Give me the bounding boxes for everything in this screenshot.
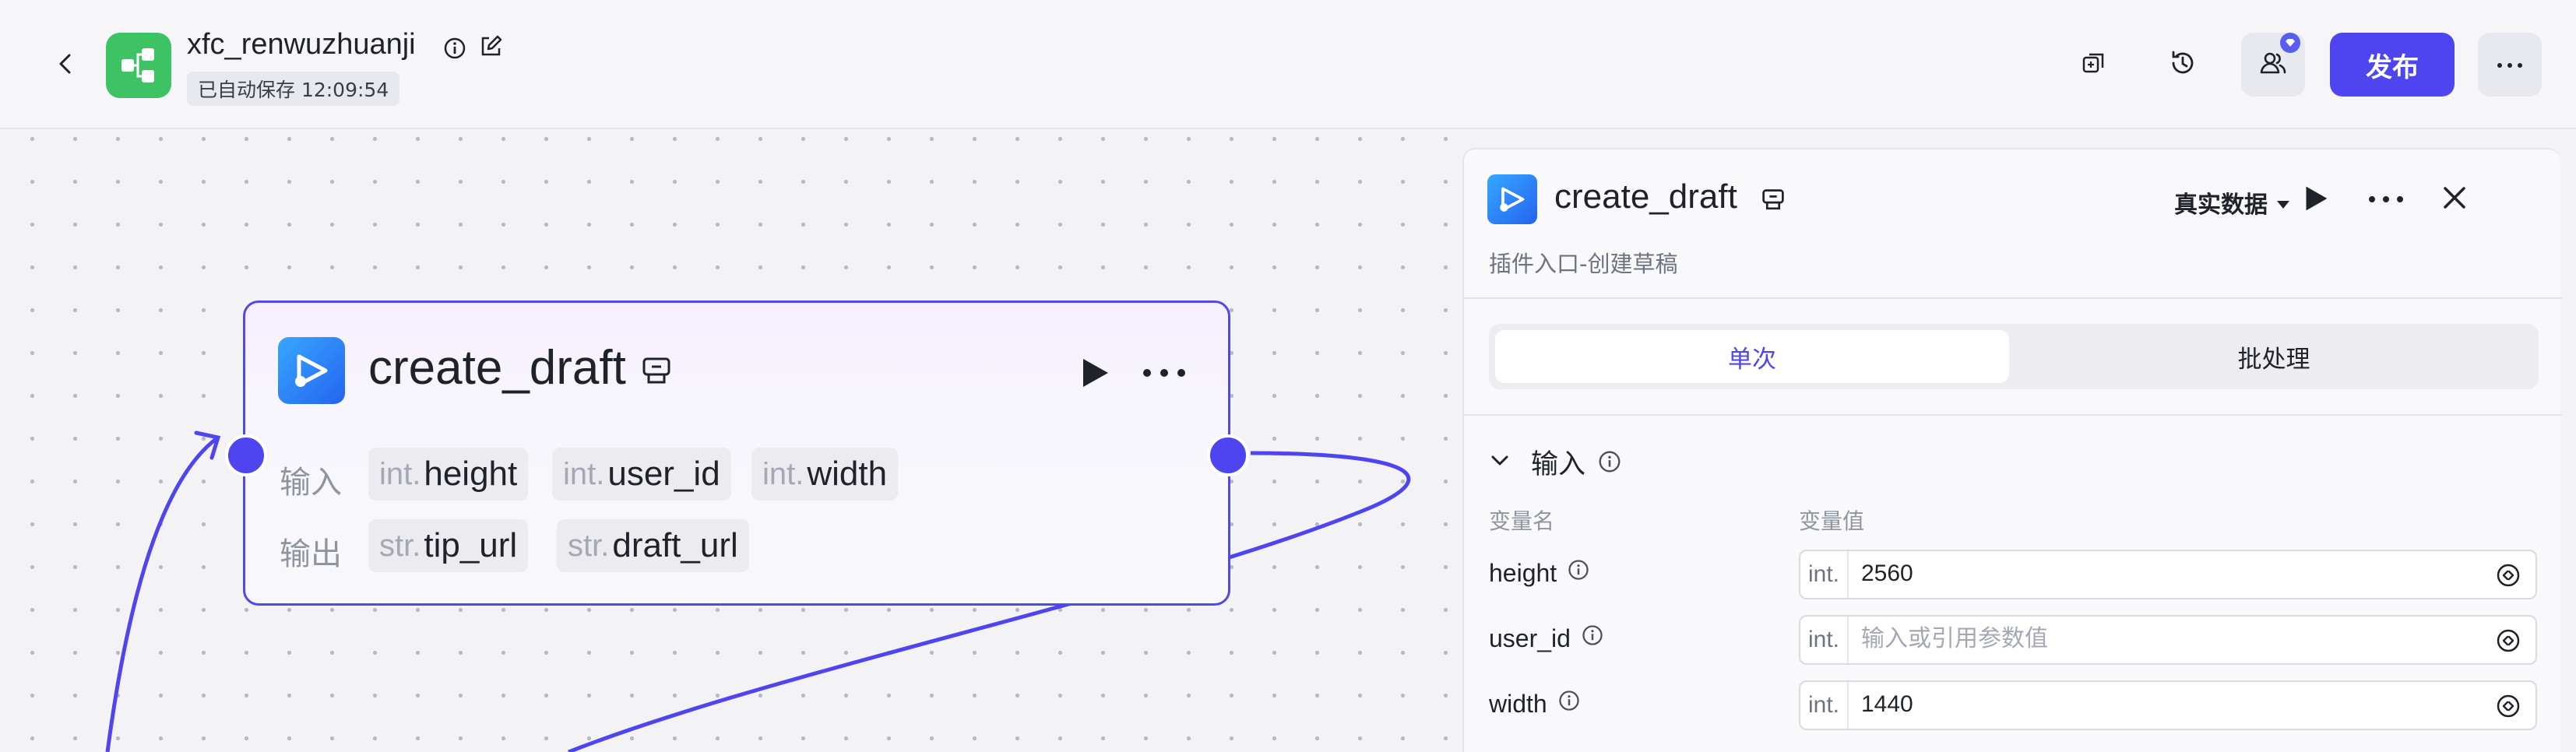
history-button[interactable]	[2151, 33, 2215, 97]
divider	[1464, 297, 2562, 299]
caret-down-icon	[2275, 189, 2291, 216]
tab-single[interactable]: 单次	[1495, 330, 2009, 383]
publish-button[interactable]: 发布	[2330, 33, 2455, 97]
panel-title: create_draft	[1554, 177, 1737, 216]
node-title: create_draft	[368, 341, 626, 395]
input-chip-user-id: int. user_id	[552, 448, 731, 501]
back-arrow-icon[interactable]	[51, 50, 79, 78]
column-header-value: 变量值	[1799, 508, 1865, 534]
value-field-height[interactable]	[1861, 560, 2453, 587]
info-icon[interactable]	[1557, 688, 1582, 719]
node-input-port[interactable]	[225, 434, 267, 476]
tab-batch[interactable]: 批处理	[2015, 330, 2532, 383]
input-section-title: 输入	[1531, 449, 1586, 480]
data-mode-label: 真实数据	[2174, 192, 2268, 219]
plugin-icon	[1487, 174, 1537, 224]
output-row-label: 输出	[280, 536, 342, 572]
more-icon[interactable]	[2367, 193, 2405, 204]
node-config-panel: create_draft 插件入口-创建草稿 真实数据 单次 批处理 输入 变量…	[1462, 148, 2562, 752]
input-chip-height: int. height	[368, 448, 529, 501]
variable-input-user-id: int.	[1799, 615, 2537, 665]
create-draft-node[interactable]: create_draft 输入 int. height int. user_id i…	[243, 300, 1230, 606]
output-chip-tip-url: str. tip_url	[368, 519, 529, 572]
reference-icon[interactable]	[2495, 693, 2521, 719]
copy-button[interactable]	[2062, 33, 2126, 97]
more-button[interactable]	[2478, 33, 2542, 97]
reference-icon[interactable]	[2495, 562, 2521, 589]
divider	[1464, 414, 2562, 416]
type-tag: int.	[1800, 617, 1849, 663]
history-icon	[2167, 47, 2198, 82]
input-row-label: 输入	[280, 465, 342, 501]
play-icon[interactable]	[1075, 354, 1113, 392]
more-icon[interactable]	[1141, 367, 1188, 379]
type-tag: int.	[1800, 551, 1849, 598]
variable-name-user-id: user_id	[1489, 623, 1605, 654]
type-tag: int.	[1800, 682, 1849, 729]
panel-description: 插件入口-创建草稿	[1489, 251, 1678, 277]
chevron-down-icon[interactable]	[1487, 448, 1512, 473]
more-icon	[2496, 58, 2524, 72]
info-icon[interactable]	[1566, 557, 1591, 589]
reference-icon[interactable]	[2495, 627, 2521, 654]
collaborator-icon	[2258, 47, 2289, 82]
input-chip-width: int. width	[751, 448, 899, 501]
workflow-logo-icon	[106, 33, 171, 98]
plugin-badge-icon	[1760, 187, 1786, 213]
workflow-name: xfc_renwuzhuanji	[187, 28, 416, 61]
variable-name-height: height	[1489, 557, 1591, 589]
info-icon[interactable]	[1596, 448, 1623, 475]
run-mode-tabs: 单次 批处理	[1489, 324, 2539, 389]
top-bar: xfc_renwuzhuanji 已自动保存 12:09:54 发布	[0, 0, 2576, 129]
info-icon[interactable]	[441, 34, 469, 62]
data-mode-select[interactable]: 真实数据	[2174, 185, 2291, 220]
info-icon[interactable]	[1580, 623, 1605, 654]
column-header-name: 变量名	[1489, 508, 1555, 534]
variable-input-height: int.	[1799, 550, 2537, 599]
collaborator-button[interactable]	[2241, 33, 2305, 97]
variable-input-width: int.	[1799, 680, 2537, 730]
close-icon[interactable]	[2439, 182, 2470, 213]
node-output-port[interactable]	[1207, 434, 1249, 476]
premium-badge-icon	[2280, 33, 2300, 53]
play-icon[interactable]	[2297, 181, 2333, 216]
value-field-width[interactable]	[1861, 691, 2453, 718]
plugin-icon	[278, 337, 345, 404]
value-field-user-id[interactable]	[1861, 626, 2453, 652]
output-chip-draft-url: str. draft_url	[557, 519, 749, 572]
edit-icon[interactable]	[477, 33, 505, 61]
variable-name-width: width	[1489, 688, 1582, 719]
plugin-badge-icon	[639, 354, 674, 388]
copy-icon	[2080, 49, 2108, 80]
autosave-status: 已自动保存 12:09:54	[187, 72, 400, 106]
